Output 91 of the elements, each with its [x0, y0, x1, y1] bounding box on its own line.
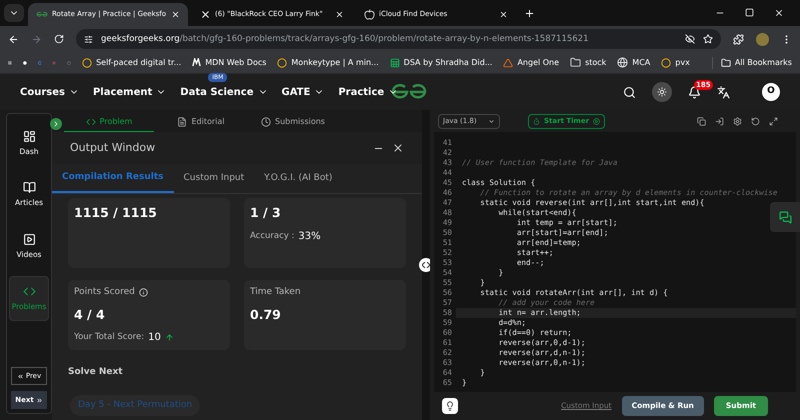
folder-icon [570, 57, 582, 68]
close-icon[interactable] [171, 10, 180, 19]
x-logo-icon [200, 9, 211, 20]
arrow-up-icon [164, 333, 174, 342]
translate-icon[interactable] [717, 86, 730, 98]
card-sub-value: 33% [298, 230, 321, 244]
close-icon[interactable] [335, 10, 344, 19]
output-tab[interactable]: Y.O.G.I. (AI Bot) [254, 164, 342, 193]
notification-bell-icon[interactable] [688, 86, 701, 98]
clock-icon [261, 116, 272, 126]
close-icon[interactable] [392, 142, 404, 154]
bookmark[interactable]: stock [570, 56, 606, 68]
output-tab[interactable]: Custom Input [174, 164, 254, 193]
apple-logo-icon [364, 9, 375, 20]
import-icon[interactable] [715, 116, 724, 126]
bookmark[interactable]: Monkeytype | A min... [277, 56, 379, 68]
bookmark[interactable]: Angel One [503, 56, 560, 68]
bookmark-star-icon[interactable] [703, 34, 713, 44]
chat-button[interactable] [770, 202, 800, 232]
dashboard-icon [22, 130, 36, 143]
expand-button[interactable] [50, 118, 62, 130]
settings-icon[interactable] [733, 116, 742, 126]
code-icon [22, 284, 36, 298]
reset-icon[interactable] [751, 116, 760, 126]
arrows-icon [422, 262, 430, 268]
bookmark[interactable]: Self-paced digital tr... [82, 56, 182, 68]
mdn-logo-icon [192, 58, 202, 67]
code-icon [86, 116, 96, 126]
nav-menu[interactable]: Placement [92, 84, 166, 100]
nav-menu[interactable]: GATE [282, 84, 324, 100]
site-icon [82, 58, 92, 68]
card-value: 1 / 3 [250, 204, 282, 222]
site-icon [661, 58, 672, 68]
card-value: 0.79 [250, 306, 282, 324]
play-icon [22, 232, 36, 246]
nav-menu[interactable]: Courses [20, 84, 79, 100]
chat-icon [778, 210, 792, 224]
book-icon [22, 181, 36, 194]
close-icon[interactable] [774, 8, 784, 18]
document-icon [177, 116, 188, 126]
section-heading: Solve Next [67, 366, 124, 379]
card-label: Accuracy : [250, 230, 294, 243]
bookmark[interactable]: pvx [661, 56, 690, 68]
bookmark[interactable]: DSA by Shradha Did... [390, 56, 492, 68]
sun-icon [657, 87, 667, 97]
card-sub-value: 10 [148, 331, 161, 346]
extensions-icon[interactable] [733, 34, 744, 44]
card-value: 4 / 4 [74, 306, 106, 324]
problem-tab[interactable]: Editorial [156, 112, 246, 132]
address-bar[interactable]: geeksforgeeks.org/batch/gfg-160-problems/track/arrays-gfg-160/problem/rotate-array-by-n-elements-1587115621 [76, 29, 721, 49]
gfg-logo-icon [390, 84, 428, 100]
card-value: 1115 / 1115 [74, 204, 158, 222]
new-tab-icon[interactable] [524, 8, 535, 18]
site-icon [277, 58, 288, 68]
folder-icon [720, 58, 731, 68]
card-title: Time Taken [250, 286, 301, 299]
nav-menu[interactable]: Practice [338, 84, 398, 100]
theme-toggle[interactable] [652, 82, 672, 102]
card-title: Points Scored [74, 286, 135, 299]
search-icon[interactable] [623, 86, 636, 98]
reload-icon[interactable] [54, 34, 64, 44]
copy-icon[interactable] [697, 116, 706, 126]
triangle-logo-icon [503, 58, 514, 68]
globe-icon [617, 57, 628, 68]
restore-icon[interactable] [745, 8, 754, 17]
gfg-logo-icon [36, 11, 48, 18]
window-title: Output Window [70, 140, 156, 156]
hint-button[interactable] [442, 398, 458, 414]
user-avatar[interactable]: O [762, 83, 780, 101]
close-icon[interactable] [499, 10, 508, 19]
all-bookmarks[interactable]: All Bookmarks [712, 56, 792, 68]
sheet-icon [390, 58, 400, 68]
info-icon[interactable] [138, 288, 148, 298]
card-label: Your Total Score: [74, 331, 144, 344]
fullscreen-icon[interactable] [769, 116, 778, 126]
chevron-right-icon [52, 120, 60, 128]
profile-avatar[interactable] [756, 32, 769, 46]
chevrons-left-icon [16, 372, 24, 380]
chevron-down-icon [488, 118, 495, 124]
chevrons-right-icon [36, 396, 43, 404]
back-icon[interactable] [8, 34, 19, 44]
url-text: geeksforgeeks.org/batch/gfg-160-problems/track/arrays-gfg-160/problem/rotate-array-by-n-elements-1587115621 [101, 32, 590, 46]
forward-icon[interactable] [31, 34, 42, 44]
lightbulb-icon [445, 401, 455, 411]
problem-tab[interactable]: Submissions [248, 112, 338, 132]
play-icon [593, 118, 600, 124]
site-info-icon[interactable] [84, 34, 93, 44]
bookmark[interactable]: MDN Web Docs [192, 56, 266, 68]
bookmark[interactable]: MCA [617, 56, 650, 68]
eye-off-icon[interactable] [685, 34, 695, 44]
timer-icon [533, 118, 540, 124]
